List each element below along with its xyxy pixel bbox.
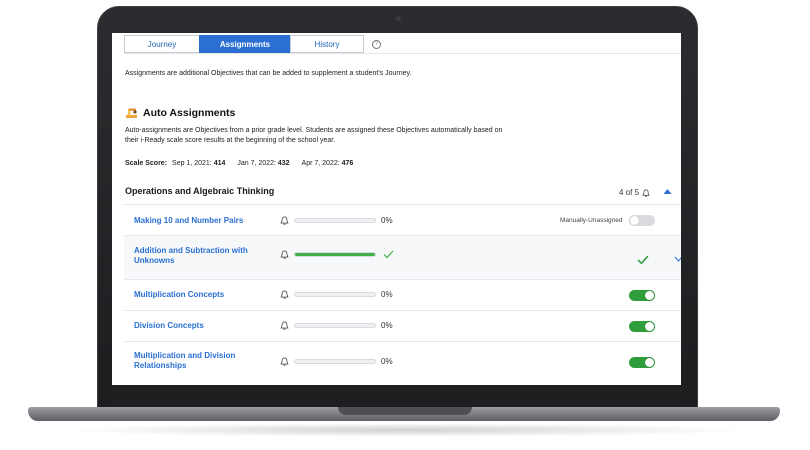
progress-bar <box>294 252 376 257</box>
bell-icon <box>280 216 289 225</box>
progress-percent: 0% <box>381 290 393 299</box>
auto-assignments-description: Auto-assignments are Objectives from a p… <box>125 127 503 144</box>
progress-bar <box>294 292 376 297</box>
assignments-intro: Assignments are additional Objectives th… <box>125 70 412 77</box>
toggle-knob <box>630 216 639 225</box>
score-date: Jan 7, 2022: <box>237 160 276 167</box>
auto-assignments-header: Auto Assignments <box>125 107 235 119</box>
robot-arm-icon <box>126 108 137 118</box>
chevron-down-icon[interactable] <box>674 256 681 262</box>
score-value: 414 <box>213 160 226 167</box>
objective-row: Addition and Subtraction with Unknowns <box>124 235 681 279</box>
progress-percent: 0% <box>381 357 393 366</box>
score-value: 476 <box>341 160 354 167</box>
score-date: Apr 7, 2022: <box>301 160 340 167</box>
objective-name[interactable]: Multiplication Concepts <box>134 290 224 300</box>
toggle-knob <box>645 291 654 300</box>
app-screen: Journey Assignments History ? Assignment… <box>112 33 681 385</box>
objective-row: Multiplication Concepts 0% <box>124 279 681 310</box>
assigned-count-text: 4 of 5 <box>619 188 640 197</box>
scale-score-entry: Jan 7, 2022: 432 <box>237 160 289 167</box>
scale-score-entry: Apr 7, 2022: 476 <box>302 160 354 167</box>
assign-toggle[interactable] <box>629 215 655 226</box>
domain-title: Operations and Algebraic Thinking <box>125 186 275 196</box>
auto-assignments-title: Auto Assignments <box>143 107 236 119</box>
check-icon <box>383 250 394 259</box>
progress-bar <box>294 359 376 364</box>
objectives-list: Making 10 and Number Pairs 0% Manually-U… <box>124 204 681 385</box>
toggle-knob <box>645 322 654 331</box>
objective-row: Making 10 and Number Pairs 0% Manually-U… <box>124 204 681 235</box>
progress-percent: 0% <box>381 216 393 225</box>
objective-name[interactable]: Addition and Subtraction with Unknowns <box>134 246 264 266</box>
objective-row: Multiplication and Division Relationship… <box>124 341 681 385</box>
bell-icon <box>280 290 289 299</box>
tab-history[interactable]: History <box>290 35 364 53</box>
tab-divider <box>124 53 681 54</box>
objective-row: Division Concepts 0% <box>124 310 681 341</box>
assign-toggle[interactable] <box>629 290 655 301</box>
objective-name[interactable]: Making 10 and Number Pairs <box>134 216 243 226</box>
bell-icon <box>642 188 650 197</box>
toggle-knob <box>645 358 654 367</box>
score-date: Sep 1, 2021: <box>172 160 212 167</box>
laptop-notch <box>338 407 472 415</box>
progress-bar <box>294 218 376 223</box>
tab-journey[interactable]: Journey <box>124 35 200 53</box>
assign-toggle[interactable] <box>629 321 655 332</box>
scale-score-label: Scale Score: <box>125 160 168 167</box>
assign-toggle[interactable] <box>629 357 655 368</box>
completed-check-icon <box>637 255 649 265</box>
bell-icon <box>280 250 289 259</box>
scale-score-row: Scale Score: Sep 1, 2021: 414 Jan 7, 202… <box>125 160 365 167</box>
progress-percent: 0% <box>381 321 393 330</box>
status-label: Manually-Unassigned <box>560 217 623 224</box>
objective-name[interactable]: Multiplication and Division Relationship… <box>134 351 264 371</box>
bell-icon <box>280 357 289 366</box>
laptop-shadow <box>60 423 750 437</box>
collapse-icon[interactable] <box>663 188 672 195</box>
scale-score-entry: Sep 1, 2021: 414 <box>172 160 225 167</box>
progress-fill <box>295 253 375 256</box>
bell-icon <box>280 321 289 330</box>
tab-assignments[interactable]: Assignments <box>199 35 291 53</box>
objective-name[interactable]: Division Concepts <box>134 321 204 331</box>
assigned-count: 4 of 5 <box>619 188 650 197</box>
help-icon[interactable]: ? <box>372 39 381 49</box>
tab-bar: Journey Assignments History ? <box>124 35 381 53</box>
progress-bar <box>294 323 376 328</box>
webcam <box>396 16 401 21</box>
score-value: 432 <box>277 160 290 167</box>
screen-bezel <box>112 385 681 407</box>
